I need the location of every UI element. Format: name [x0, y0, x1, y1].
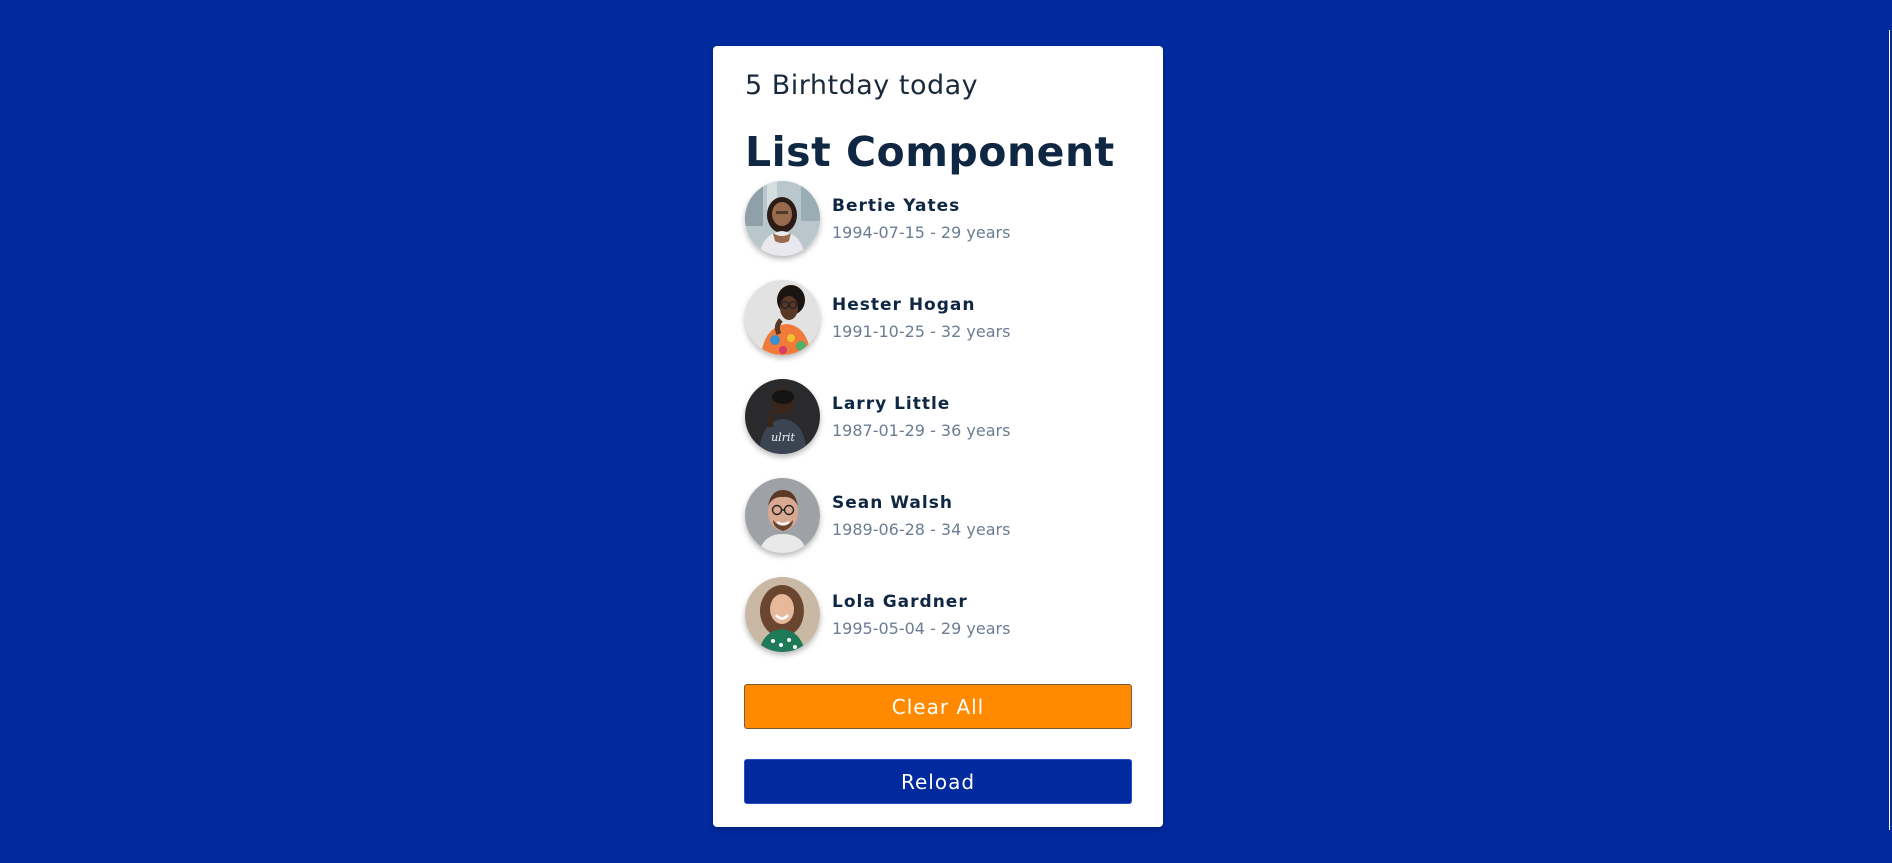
clear-all-button[interactable]: Clear All [744, 684, 1132, 729]
person-name: Lola Gardner [832, 592, 968, 612]
person-name: Bertie Yates [832, 196, 961, 216]
avatar [745, 280, 820, 355]
window-edge-divider [1889, 30, 1890, 830]
avatar-photo-icon [745, 478, 820, 553]
svg-text:ulrit: ulrit [771, 431, 795, 444]
list-item: Lola Gardner 1995-05-04 - 29 years [745, 577, 1135, 676]
person-birthdate-age: 1991-10-25 - 32 years [832, 322, 1011, 341]
person-birthdate-age: 1995-05-04 - 29 years [832, 619, 1011, 638]
page-background: 5 Birhtday today List Component Bertie Y… [0, 0, 1892, 863]
list-item: Bertie Yates 1994-07-15 - 29 years [745, 181, 1135, 280]
page-title: List Component [745, 128, 1115, 176]
person-birthdate-age: 1994-07-15 - 29 years [832, 223, 1011, 242]
person-birthdate-age: 1987-01-29 - 36 years [832, 421, 1011, 440]
avatar-photo-icon [745, 577, 820, 652]
avatar-photo-icon [745, 280, 820, 355]
avatar-photo-icon [745, 181, 820, 256]
reload-button[interactable]: Reload [744, 759, 1132, 804]
person-name: Sean Walsh [832, 493, 953, 513]
avatar: ulrit [745, 379, 820, 454]
birthday-count-heading: 5 Birhtday today [745, 70, 979, 101]
person-list: Bertie Yates 1994-07-15 - 29 years Heste… [745, 181, 1135, 676]
avatar-photo-icon: ulrit [745, 379, 820, 454]
list-item: ulrit Larry Little 1987-01-29 - 36 years [745, 379, 1135, 478]
birthday-card: 5 Birhtday today List Component Bertie Y… [713, 46, 1163, 827]
person-name: Hester Hogan [832, 295, 976, 315]
person-birthdate-age: 1989-06-28 - 34 years [832, 520, 1011, 539]
avatar [745, 478, 820, 553]
avatar [745, 181, 820, 256]
list-item: Sean Walsh 1989-06-28 - 34 years [745, 478, 1135, 577]
avatar [745, 577, 820, 652]
person-name: Larry Little [832, 394, 951, 414]
list-item: Hester Hogan 1991-10-25 - 32 years [745, 280, 1135, 379]
